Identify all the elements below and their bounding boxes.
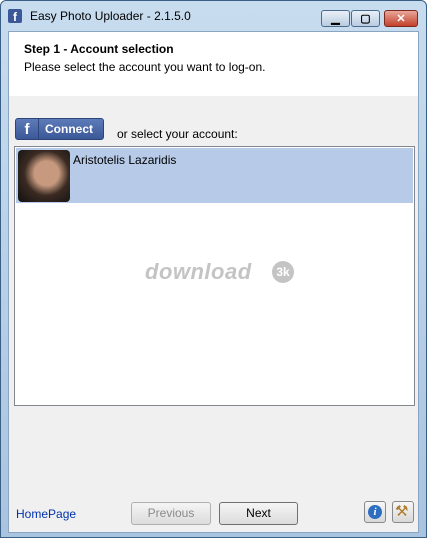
maximize-button[interactable]: ▢	[351, 10, 380, 27]
account-name: Aristotelis Lazaridis	[73, 153, 177, 167]
facebook-f-icon: f	[8, 9, 22, 24]
account-list[interactable]: Aristotelis Lazaridis download 3k	[14, 146, 415, 406]
title-bar[interactable]: f Easy Photo Uploader - 2.1.5.0 ▁ ▢ ✕	[1, 1, 426, 31]
minimize-icon: ▁	[331, 13, 340, 25]
tools-icon: ⚒	[395, 503, 409, 520]
app-window: f Easy Photo Uploader - 2.1.5.0 ▁ ▢ ✕ St…	[0, 0, 427, 538]
next-button[interactable]: Next	[219, 502, 298, 525]
connect-label: Connect	[45, 122, 93, 136]
minimize-button[interactable]: ▁	[321, 10, 350, 27]
watermark-badge: 3k	[272, 261, 294, 283]
info-button[interactable]: i	[364, 501, 386, 523]
close-button[interactable]: ✕	[384, 10, 418, 27]
step-description: Please select the account you want to lo…	[24, 60, 266, 74]
step-title: Step 1 - Account selection	[24, 42, 174, 56]
avatar	[18, 150, 70, 202]
facebook-connect-button[interactable]: f Connect	[15, 118, 104, 140]
facebook-f-icon: f	[16, 119, 39, 139]
close-icon: ✕	[396, 13, 406, 25]
tools-button[interactable]: ⚒	[392, 501, 414, 523]
step-header: Step 1 - Account selection Please select…	[9, 32, 418, 96]
info-icon: i	[368, 505, 382, 519]
homepage-link[interactable]: HomePage	[16, 507, 76, 521]
previous-button[interactable]: Previous	[131, 502, 211, 525]
account-list-item[interactable]: Aristotelis Lazaridis	[16, 148, 413, 203]
client-area: Step 1 - Account selection Please select…	[8, 31, 419, 533]
maximize-icon: ▢	[360, 13, 371, 25]
window-title: Easy Photo Uploader - 2.1.5.0	[30, 9, 191, 23]
select-account-label: or select your account:	[117, 127, 238, 141]
watermark-text: download	[145, 259, 252, 284]
